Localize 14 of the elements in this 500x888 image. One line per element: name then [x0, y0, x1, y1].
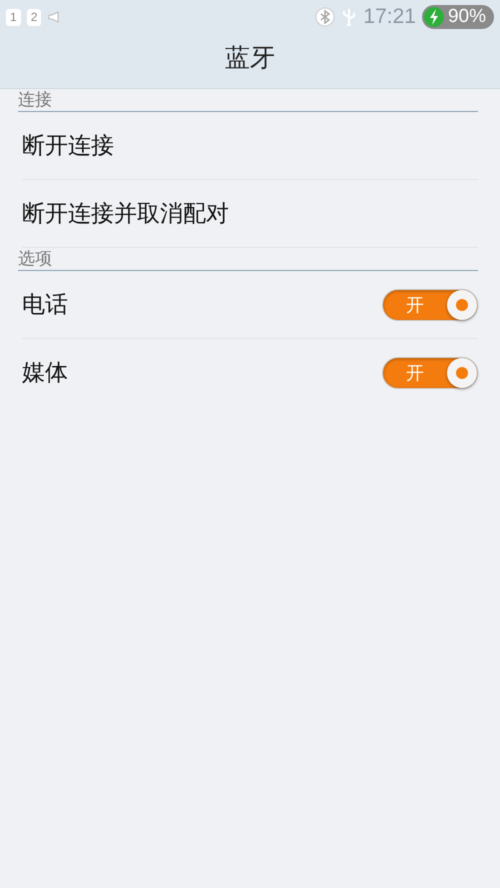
charging-icon — [422, 6, 445, 28]
page-title: 蓝牙 — [224, 42, 276, 74]
bluetooth-icon — [315, 7, 336, 27]
sim-indicator: 1 — [6, 8, 21, 26]
settings-item: 电话 — [22, 291, 68, 320]
settings-item: 媒体 — [22, 359, 68, 388]
clock-text: 17:21 — [363, 5, 416, 29]
section-header: 选项 — [18, 248, 478, 271]
battery-percent: 90% — [448, 6, 486, 28]
settings-item[interactable]: 断开连接并取消配对 — [22, 198, 229, 229]
sim-indicator: 2 — [26, 8, 42, 26]
settings-item[interactable]: 断开连接 — [22, 130, 114, 161]
section-header: 连接 — [18, 89, 478, 112]
usb-icon — [341, 7, 358, 27]
